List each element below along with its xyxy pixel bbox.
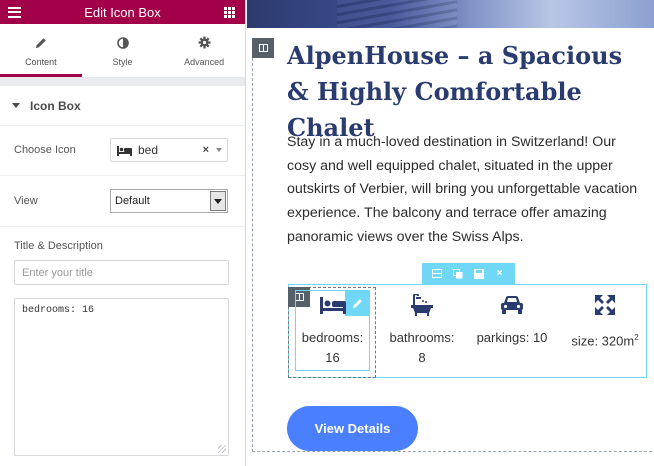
panel-title: Edit Icon Box xyxy=(84,4,161,20)
tab-advanced[interactable]: Advanced xyxy=(163,24,245,77)
panel-tabs: Content Style Advanced xyxy=(0,24,245,78)
feature-label: bedrooms: xyxy=(301,330,364,345)
description-textarea[interactable]: bedrooms: 16 xyxy=(14,298,229,456)
bed-icon xyxy=(295,293,370,317)
resize-handle-icon[interactable] xyxy=(218,445,226,453)
feature-value: 8 xyxy=(418,350,426,365)
title-input[interactable]: Enter your title xyxy=(14,260,229,285)
choose-icon-control: Choose Icon bed × xyxy=(14,138,228,162)
expand-icon xyxy=(563,293,647,317)
feature-label: bathrooms: xyxy=(389,330,455,345)
view-label: View xyxy=(14,195,38,207)
dropdown-arrow-icon[interactable] xyxy=(210,191,226,211)
column-icon xyxy=(258,44,268,52)
panel-header: Edit Icon Box xyxy=(0,0,245,24)
tab-content[interactable]: Content xyxy=(0,24,82,77)
half-circle-icon xyxy=(116,35,129,51)
description-value: bedrooms: 16 xyxy=(22,305,95,316)
widgets-grid-icon[interactable] xyxy=(223,6,235,18)
car-icon xyxy=(472,293,552,317)
bathtub-icon xyxy=(382,293,462,317)
feature-value: 16 xyxy=(325,350,340,365)
icon-picker[interactable]: bed × xyxy=(110,138,228,162)
tab-content-label: Content xyxy=(25,56,57,67)
description-paragraph: Stay in a much-loved destination in Swit… xyxy=(287,134,638,245)
feature-label: size: 320m2 xyxy=(571,333,639,349)
close-icon[interactable]: × xyxy=(495,268,505,279)
chevron-down-icon[interactable] xyxy=(216,148,222,152)
panel-divider xyxy=(0,78,245,86)
tab-advanced-label: Advanced xyxy=(184,56,225,67)
feature-size[interactable]: size: 320m2 xyxy=(563,293,647,351)
tab-style-label: Style xyxy=(112,56,133,67)
editor-panel: Edit Icon Box Content Style Advanced Ico… xyxy=(0,0,246,466)
feature-bathrooms[interactable]: bathrooms: 8 xyxy=(382,293,462,368)
feature-label: parkings: 10 xyxy=(476,330,548,345)
separator xyxy=(0,226,245,227)
view-select-value: Default xyxy=(115,195,150,207)
tab-style[interactable]: Style xyxy=(82,24,164,77)
section-icon-box[interactable]: Icon Box xyxy=(0,86,245,126)
section-title: Icon Box xyxy=(30,98,81,113)
caret-down-icon xyxy=(12,103,20,108)
icon-picker-value: bed xyxy=(138,143,159,157)
gear-icon xyxy=(198,35,211,51)
pencil-icon xyxy=(35,35,47,51)
edit-section-icon[interactable] xyxy=(432,269,443,279)
clear-icon[interactable]: × xyxy=(203,144,209,156)
bed-icon xyxy=(117,145,132,156)
page-heading: AlpenHouse – a Spacious & Highly Comfort… xyxy=(287,41,623,142)
title-description-label: Title & Description xyxy=(14,240,103,252)
save-icon[interactable] xyxy=(473,268,484,279)
separator xyxy=(0,175,245,176)
section-toolbar: × xyxy=(422,263,515,284)
page-canvas: AlpenHouse – a Spacious & Highly Comfort… xyxy=(247,0,654,466)
column-handle[interactable] xyxy=(252,38,274,58)
view-select[interactable]: Default xyxy=(110,189,228,213)
menu-icon[interactable] xyxy=(8,6,21,18)
hero-image xyxy=(247,0,654,28)
view-details-button[interactable]: View Details xyxy=(287,406,418,451)
choose-icon-label: Choose Icon xyxy=(14,144,76,156)
duplicate-icon[interactable] xyxy=(453,268,463,279)
feature-parkings[interactable]: parkings: 10 xyxy=(472,293,552,348)
feature-bedrooms[interactable]: bedrooms: 16 xyxy=(295,293,370,368)
view-control: View Default xyxy=(14,189,228,213)
